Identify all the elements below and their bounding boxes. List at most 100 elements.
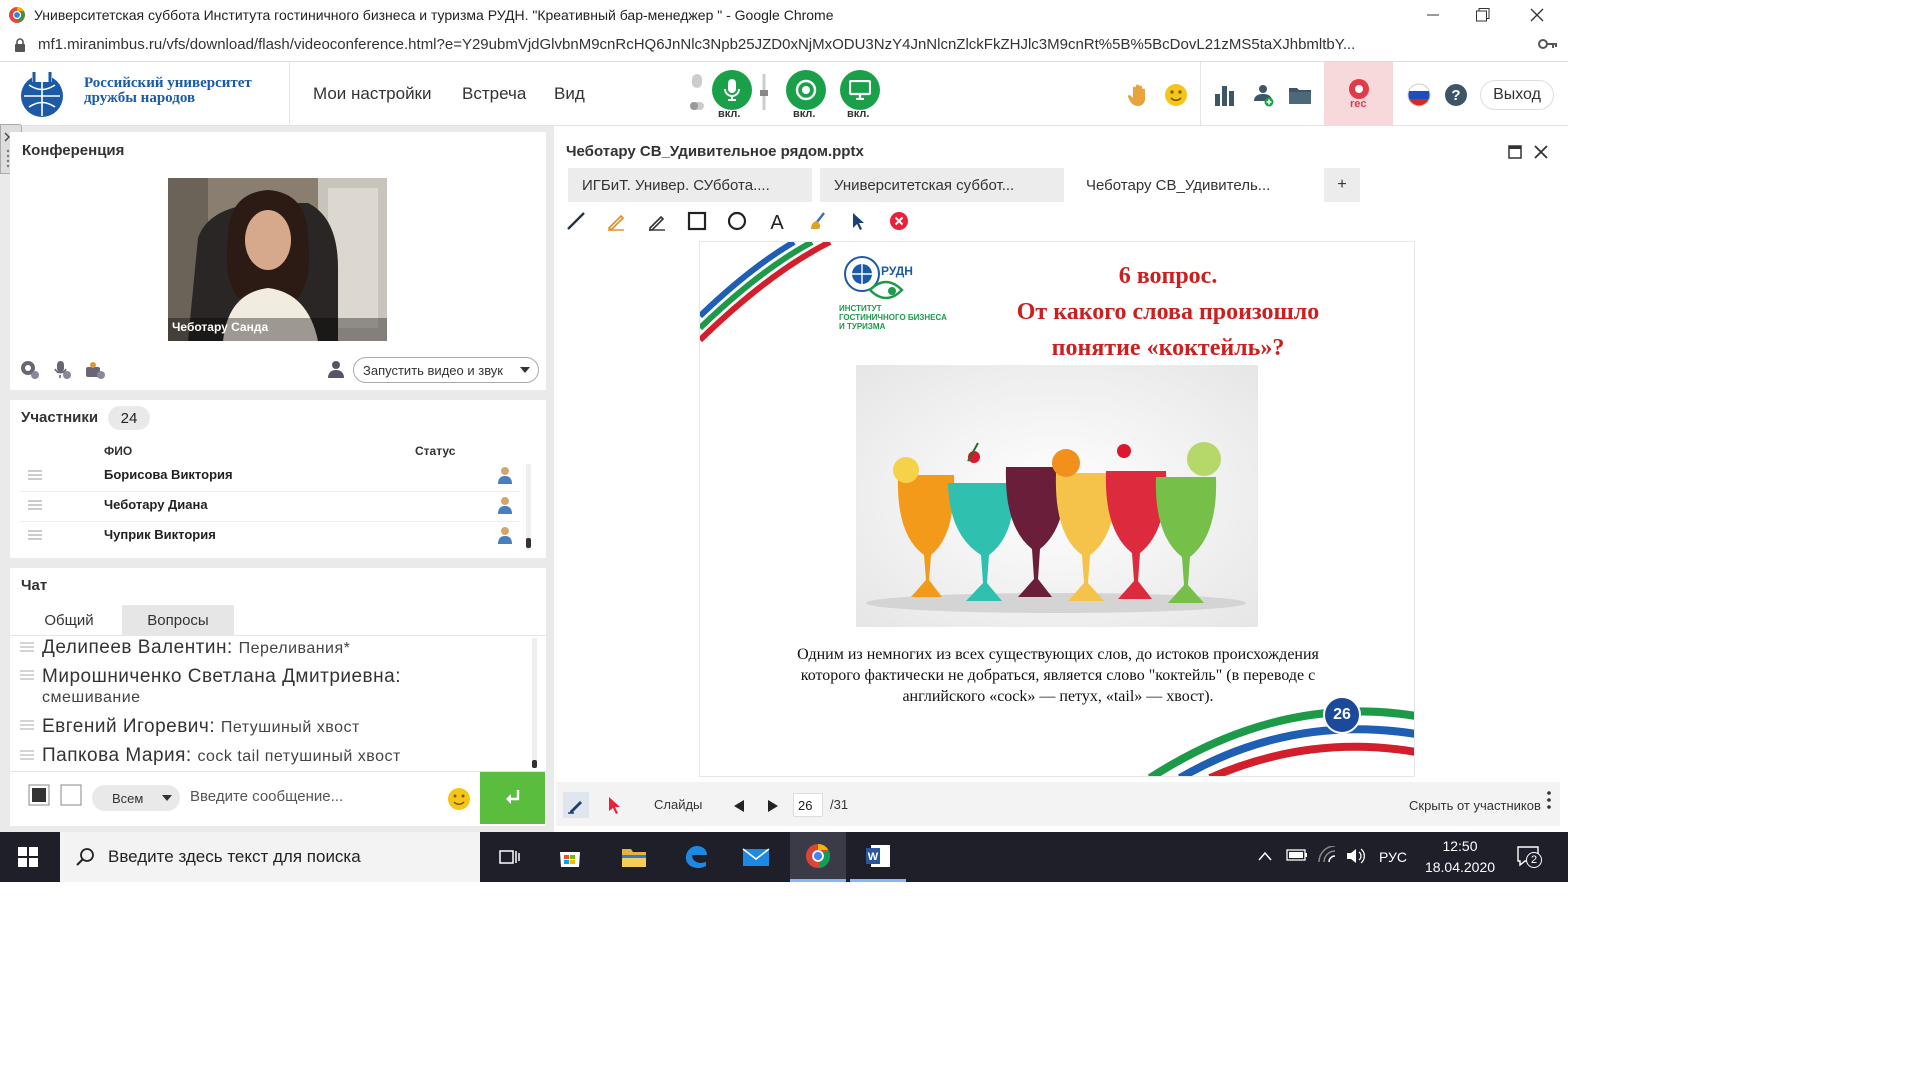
chat-author: Мирошниченко Светлана Дмитриевна: (42, 666, 401, 687)
chat-message: Евгений Игоревич: Петушиный хвост (42, 716, 360, 738)
exit-button[interactable]: Выход (1480, 80, 1554, 110)
emoji-icon[interactable] (1163, 82, 1189, 108)
edge-browser-icon[interactable] (668, 832, 724, 882)
file-explorer-icon[interactable] (606, 832, 662, 882)
participant-row[interactable]: Чеботару Диана (20, 492, 520, 522)
word-taskbar-icon[interactable]: W (850, 832, 906, 882)
drag-handle-icon[interactable] (28, 500, 42, 510)
poll-chart-icon[interactable] (1212, 82, 1238, 108)
notifications-icon[interactable]: 2 (1516, 844, 1542, 873)
camera-button[interactable] (786, 70, 826, 110)
menu-my-settings[interactable]: Мои настройки (313, 84, 432, 104)
battery-icon[interactable] (1286, 848, 1308, 867)
slides-label[interactable]: Слайды (654, 797, 702, 812)
taskbar-search-box[interactable]: Введите здесь текст для поиска (60, 832, 480, 882)
audio-settings-icon[interactable] (52, 360, 72, 385)
volume-slider[interactable] (760, 74, 768, 110)
presentation-tab[interactable]: ИГБиТ. Универ. СУббота.... (568, 168, 812, 202)
screen-status-label: вкл. (847, 108, 870, 120)
participant-video[interactable]: Чеботару Санда (168, 178, 387, 341)
highlighter-tool-icon[interactable] (605, 210, 627, 232)
record-button[interactable]: rec (1324, 62, 1393, 126)
help-icon[interactable]: ? (1443, 82, 1469, 108)
chat-emoji-icon[interactable] (447, 787, 471, 816)
record-label: rec (1350, 98, 1367, 110)
start-video-audio-dropdown[interactable]: Запустить видео и звук (353, 357, 539, 383)
menu-meeting[interactable]: Встреча (462, 84, 526, 104)
participants-title: Участники (21, 409, 99, 426)
chat-scrollbar[interactable] (532, 638, 537, 768)
start-video-audio-label: Запустить видео и звук (363, 362, 503, 378)
pencil-tool-icon[interactable] (646, 210, 668, 232)
background-color-picker-icon[interactable] (60, 784, 84, 808)
menu-view[interactable]: Вид (554, 84, 585, 104)
taskbar-clock[interactable]: 12:50 18.04.2020 (1424, 836, 1496, 878)
screen-share-button[interactable] (840, 70, 880, 110)
presentation-tab-active[interactable]: Чеботару СВ_Удивитель... (1072, 168, 1316, 202)
app-header: Российский университет дружбы народов Мо… (0, 62, 1568, 126)
wifi-icon[interactable] (1318, 845, 1338, 869)
more-options-icon[interactable] (1547, 790, 1551, 815)
fill-brush-tool-icon[interactable] (807, 210, 829, 232)
current-slide-input[interactable]: 26 (793, 793, 823, 817)
institute-line: И ТУРИЗМА (839, 322, 886, 331)
folder-icon[interactable] (1287, 82, 1313, 108)
address-bar[interactable]: mf1.miranimbus.ru/vfs/download/flash/vid… (0, 30, 1568, 62)
microsoft-store-icon[interactable] (542, 832, 598, 882)
drag-handle-icon[interactable] (28, 470, 42, 480)
close-window-button[interactable] (1512, 0, 1562, 30)
chat-message-input[interactable]: Введите сообщение... (190, 788, 343, 805)
participant-row[interactable]: Чуприк Виктория (20, 522, 520, 552)
line-tool-icon[interactable] (565, 210, 587, 232)
ellipse-tool-icon[interactable] (726, 210, 748, 232)
logo-line-1: Российский университет (84, 75, 252, 91)
window-title: Университетская суббота Института гостин… (34, 7, 834, 23)
device-settings-icon[interactable] (84, 360, 106, 385)
minimize-button[interactable] (1408, 0, 1458, 30)
participants-scrollbar[interactable] (526, 538, 531, 548)
pointer-tool-icon[interactable] (847, 210, 869, 232)
chat-message: Делипеев Валентин: Переливания* (42, 637, 350, 659)
chat-tab-general[interactable]: Общий (22, 605, 116, 635)
rectangle-tool-icon[interactable] (686, 210, 708, 232)
maximize-button[interactable] (1458, 0, 1508, 30)
hide-from-participants-button[interactable]: Скрыть от участников (1409, 798, 1541, 813)
add-tab-button[interactable]: + (1324, 168, 1360, 202)
pointer-mode-icon[interactable] (606, 796, 622, 819)
invite-user-icon[interactable] (1250, 82, 1276, 108)
slide-title-line-3: понятие «коктейль»? (1051, 335, 1285, 361)
previous-slide-icon[interactable] (734, 799, 744, 817)
chat-message: Папкова Мария: cock tail петушиный хвост (42, 745, 401, 767)
draw-mode-icon[interactable] (563, 792, 589, 818)
text-color-picker-icon[interactable] (28, 784, 52, 808)
mic-volume-slider[interactable] (688, 72, 706, 114)
chat-recipient-dropdown[interactable]: Всем (92, 785, 180, 811)
maximize-panel-icon[interactable] (1508, 145, 1522, 164)
keyboard-language[interactable]: РУС (1379, 849, 1407, 865)
participant-row[interactable]: Борисова Виктория (20, 462, 520, 492)
clear-drawings-icon[interactable] (888, 210, 910, 232)
text-tool-icon[interactable]: A (766, 210, 788, 232)
chrome-taskbar-icon[interactable] (790, 832, 846, 882)
language-russian-flag-icon[interactable] (1406, 82, 1432, 108)
windows-start-icon[interactable] (0, 832, 56, 882)
column-header-name: ФИО (104, 444, 133, 458)
presentation-tab[interactable]: Университетская суббот... (820, 168, 1064, 202)
raise-hand-icon[interactable] (1126, 82, 1152, 108)
next-slide-icon[interactable] (768, 799, 778, 817)
close-panel-icon[interactable] (1534, 145, 1548, 164)
key-icon[interactable] (1538, 36, 1558, 56)
volume-icon[interactable] (1346, 847, 1366, 870)
microphone-button[interactable] (712, 70, 752, 110)
show-hidden-icons-chevron-icon[interactable] (1258, 848, 1272, 866)
lock-icon (14, 38, 26, 57)
chat-tab-questions[interactable]: Вопросы (122, 605, 234, 635)
participant-status-icon (498, 497, 512, 514)
chrome-app-icon (8, 6, 26, 24)
conference-title: Конференция (22, 142, 125, 159)
drag-handle-icon[interactable] (28, 530, 42, 540)
mail-icon[interactable] (728, 832, 784, 882)
send-message-button[interactable] (480, 772, 545, 824)
video-settings-icon[interactable] (20, 360, 40, 385)
task-view-icon[interactable] (482, 832, 538, 882)
